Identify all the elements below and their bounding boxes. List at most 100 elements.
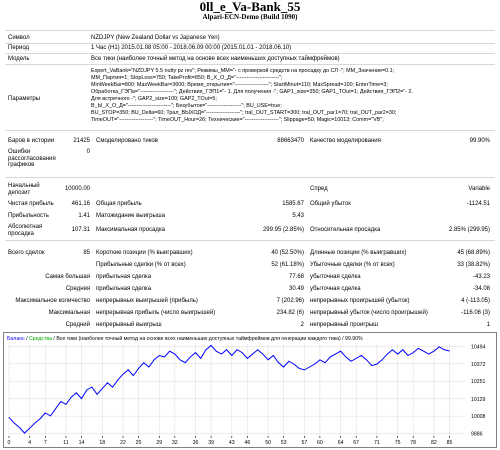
bars-value: 21425 [73,138,90,144]
chart-x-tick-label: 82 [431,440,437,446]
chart-point [371,365,373,366]
chart-point [195,352,196,353]
chart-point [293,363,295,365]
chart-x-tick-label: 57 [301,440,307,446]
chart-point [319,359,321,361]
chart-point [101,388,103,389]
chart-point [392,349,393,351]
parameters-label: Параметры [8,96,40,102]
ticks-label: Смоделировано тиков [96,138,158,144]
chart-x-tick-label: 29 [156,440,162,446]
avg-cons-label: Средний [65,322,90,328]
chart-x-tick-label: 43 [229,440,235,446]
chart-point [247,358,248,359]
average-label: Средняя [65,286,90,292]
gross-profit-value: 1585.67 [282,201,304,207]
chart-point [190,356,191,358]
chart-x-tick-label: 14 [79,440,85,446]
legend-rest: Все тики (наиболее точный метод на основ… [56,335,363,342]
short-trades-value: 40 (52.50%) [271,250,304,256]
chart-y-tick-label: 10494 [471,344,486,350]
chart-point [423,350,424,352]
parameters-line: TimeOUT="-------------------"; TimeOUT_H… [91,117,384,123]
chart-x-tick-label: 50 [265,440,271,446]
long-trades-label: Длинные позиции (% выигравших) [310,250,407,256]
chart-y-tick-label: 10372 [471,362,486,368]
chart-point [221,353,222,355]
chart-x-tick-label: 0 [8,440,11,446]
chart-point [76,392,77,394]
largest-loss-label: убыточная сделка [310,274,361,280]
chart-point [65,404,67,405]
chart-y-tick-label: 9886 [471,432,483,438]
max-amount-loss-value: -116.06 (3) [461,310,490,316]
ticks-value: 88663470 [277,138,304,144]
largest-loss-value: -43.23 [472,274,490,280]
largest-label: Самая большая [45,274,90,280]
chart-point [205,349,207,351]
symbol-value: NZDJPY (New Zealand Dollar vs Japanese Y… [91,35,220,41]
loss-trades-value: 33 (38.82%) [457,262,490,268]
symbol-label: Символ [8,35,30,41]
total-trades-label: Всего сделок [8,250,45,256]
chart-point [309,366,310,368]
chart-point [376,363,378,365]
bars-label: Баров в истории [8,138,55,144]
report-title: 0ll_e_Va-Bank_55 [199,0,301,14]
max-count-win-label: непрерывных выигрышей (прибыль) [96,298,198,304]
chart-point [350,360,352,362]
period-label: Период [8,45,30,51]
chart-point [55,408,56,410]
chart-point [361,355,362,356]
abs-drawdown-value: 107.31 [71,227,90,233]
chart-point [381,359,383,361]
chart-point [44,412,46,414]
max-amount-win-label: непрерывная прибыль (число выигрышей) [96,310,216,316]
chart-point [164,356,165,358]
chart-point [438,346,440,348]
chart-point [96,393,98,395]
chart-point [112,386,113,388]
chart-x-tick-label: 4 [28,440,31,446]
chart-x-tick-label: 25 [136,440,142,446]
average-loss-label: убыточная сделка [310,286,361,292]
quality-value: 99.90% [469,138,490,144]
gross-loss-label: Общий убыток [310,201,351,207]
avg-cons-loss-value: 1 [486,322,490,328]
chart-x-tick-label: 64 [338,440,344,446]
chart-x-tick-label: 11 [63,440,68,446]
chart-point [386,353,388,355]
chart-point [324,362,326,364]
chart-x-tick-label: 85 [447,440,453,446]
chart-point [418,347,419,349]
chart-point [184,362,186,364]
chart-x-tick-label: 36 [193,440,199,446]
chart-point [133,375,134,376]
balance-chart: Баланс / Средства / Все тики (наиболее т… [3,332,497,448]
chart-point [50,415,51,417]
parameters-line: Для встречного -"; GAP2_size=100; GAP2_T… [91,96,217,102]
chart-point [366,359,367,361]
chart-point [39,418,41,420]
chart-x-tick-label: 7 [44,440,47,446]
win-trades-value: 52 (61.18%) [271,262,304,268]
average-loss-value: -34.08 [472,286,490,292]
largest-win-value: 77.68 [288,274,304,280]
chart-point [407,355,409,356]
chart-point [127,369,129,371]
chart-point [262,353,264,355]
largest-win-label: прибыльная сделка [96,274,152,280]
deposit-label: Начальный депозит [8,183,40,196]
net-profit-label: Чистая прибыль [8,201,54,207]
chart-point [340,350,341,352]
chart-point [148,366,150,368]
short-trades-label: Короткие позиции (% выигравших) [96,250,193,256]
chart-point [231,355,233,356]
chart-point [138,368,139,369]
chart-x-tick-label: 39 [208,440,214,446]
chart-point [8,416,10,418]
chart-point [278,362,279,364]
chart-y-tick-label: 10129 [471,397,486,403]
model-value: Все тики (наиболее точный метод на основ… [91,56,340,62]
avg-cons-win-label: непрерывный выигрыш [96,322,162,328]
